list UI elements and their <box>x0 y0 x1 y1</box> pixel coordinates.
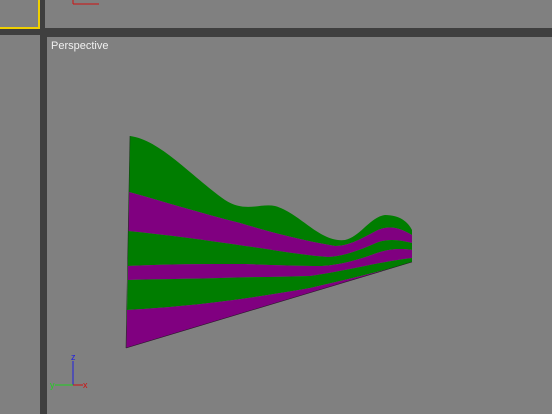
axis-tripod-icon: z x y <box>50 352 88 390</box>
axis-y-label: y <box>50 380 55 390</box>
viewport-top-left[interactable] <box>0 0 40 29</box>
viewport-perspective[interactable]: Perspective z x y <box>47 37 552 414</box>
ribbon-surface[interactable] <box>47 37 552 414</box>
viewport-bottom-left[interactable] <box>0 35 40 414</box>
viewport-top-right[interactable] <box>45 0 552 28</box>
axis-z-label: z <box>71 352 76 362</box>
axis-gizmo-top-icon <box>72 0 99 5</box>
axis-x-label: x <box>83 380 88 390</box>
